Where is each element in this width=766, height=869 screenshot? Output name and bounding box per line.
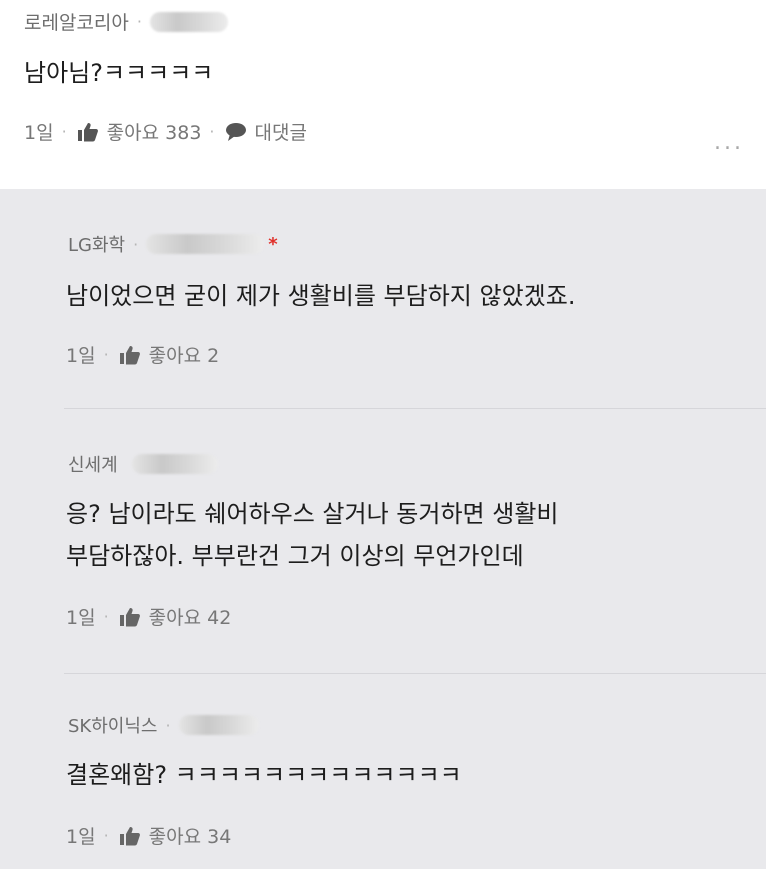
- separator-dot: ·: [133, 234, 139, 254]
- marker-asterisk: *: [268, 233, 278, 255]
- comment-author-line: 로레알코리아 ·: [24, 8, 228, 35]
- reply-time: 1일: [66, 607, 96, 629]
- reply-text-line: 응? 남이라도 쉐어하우스 살거나 동거하면 생활비: [66, 500, 559, 528]
- reply-meta: 1일 · 좋아요 42: [66, 603, 231, 630]
- reply-time: 1일: [66, 345, 96, 367]
- like-count[interactable]: 좋아요 42: [149, 603, 232, 630]
- thumbs-up-icon[interactable]: [119, 607, 141, 627]
- speech-bubble-icon[interactable]: [225, 122, 247, 142]
- separator-dot: ·: [61, 122, 67, 141]
- comment-text: 남아님?ㅋㅋㅋㅋㅋ: [24, 59, 214, 87]
- thumbs-up-icon[interactable]: [119, 345, 141, 365]
- blurred-nickname: [178, 715, 259, 735]
- like-count[interactable]: 좋아요 2: [149, 341, 220, 368]
- like-count[interactable]: 좋아요 34: [149, 822, 232, 849]
- thumbs-up-icon[interactable]: [119, 826, 141, 846]
- reply-author-line: 신세계: [68, 451, 218, 477]
- separator-dot: ·: [103, 345, 109, 364]
- reply-text-line: 남이었으면 굳이 제가 생활비를 부담하지 않았겠죠.: [66, 282, 576, 310]
- reply-time: 1일: [66, 826, 96, 848]
- separator-dot: ·: [103, 826, 109, 845]
- reply-section: LG화학 · * 남이었으면 굳이 제가 생활비를 부담하지 않았겠죠. 1일 …: [0, 189, 766, 869]
- reply-meta: 1일 · 좋아요 2: [66, 341, 219, 368]
- reply-author-line: SK하이닉스 ·: [68, 712, 259, 738]
- reply-divider: [64, 408, 766, 409]
- reply-text-line: 결혼왜함? ㅋㅋㅋㅋㅋㅋㅋㅋㅋㅋㅋㅋㅋ: [66, 761, 462, 789]
- comment: 로레알코리아 · 남아님?ㅋㅋㅋㅋㅋ 1일 · 좋아요 383 · 대댓글 ..…: [0, 0, 766, 189]
- blurred-nickname: [131, 454, 218, 474]
- blurred-nickname: [146, 234, 265, 254]
- comment-meta: 1일 · 좋아요 383 · 대댓글: [24, 118, 307, 145]
- author-name[interactable]: SK하이닉스: [68, 712, 157, 738]
- reply-text-line: 부담하잖아. 부부란건 그거 이상의 무언가인데: [66, 542, 524, 570]
- reply-divider: [64, 673, 766, 674]
- separator-dot: ·: [165, 715, 171, 735]
- author-name[interactable]: 로레알코리아: [24, 8, 129, 35]
- author-name[interactable]: LG화학: [68, 231, 125, 257]
- separator-dot: ·: [209, 122, 215, 141]
- reply-meta: 1일 · 좋아요 34: [66, 822, 231, 849]
- reply-author-line: LG화학 · *: [68, 231, 278, 257]
- thumbs-up-icon[interactable]: [77, 122, 99, 142]
- separator-dot: ·: [136, 12, 142, 31]
- comment-time: 1일: [24, 122, 54, 144]
- separator-dot: ·: [103, 607, 109, 626]
- blurred-nickname: [149, 11, 228, 32]
- more-options-button[interactable]: ...: [714, 130, 744, 155]
- author-name[interactable]: 신세계: [68, 451, 118, 477]
- reply-button[interactable]: 대댓글: [255, 118, 307, 145]
- like-count[interactable]: 좋아요 383: [107, 118, 202, 145]
